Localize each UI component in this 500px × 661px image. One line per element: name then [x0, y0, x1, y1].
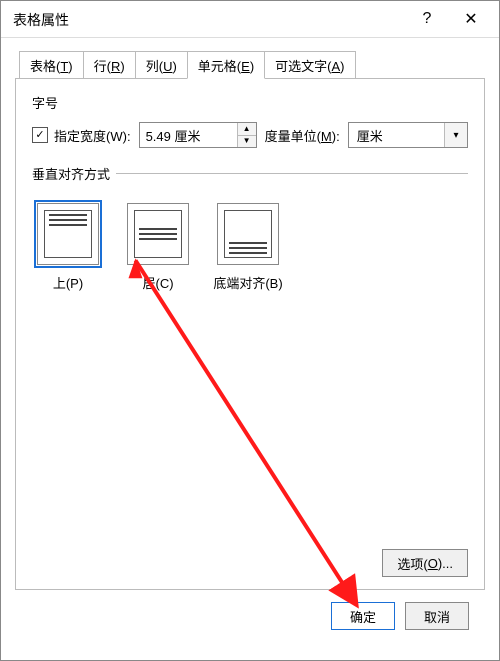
spinner-down-button[interactable]: ▼ [238, 136, 256, 148]
preferred-width-label: 指定宽度(W): [54, 126, 131, 145]
preferred-width-row: ✓ 指定宽度(W): 5.49 厘米 ▲ ▼ 度量单位(M): 厘 [32, 122, 468, 148]
help-button[interactable]: ? [405, 4, 449, 34]
ok-button[interactable]: 确定 [331, 602, 395, 630]
valign-top-icon [37, 203, 99, 265]
valign-bottom-icon [217, 203, 279, 265]
preferred-width-checkbox[interactable]: ✓ 指定宽度(W): [32, 126, 131, 145]
valign-top-label: 上(P) [53, 273, 83, 292]
vertical-align-legend: 垂直对齐方式 [32, 164, 116, 183]
tab-cell[interactable]: 单元格(E) [187, 51, 265, 79]
valign-bottom-label: 底端对齐(B) [213, 273, 282, 292]
dialog-content: 表格(T) 行(R) 列(U) 单元格(E) 可选文字(A) 字号 ✓ 指 [1, 38, 499, 660]
check-icon: ✓ [32, 127, 48, 143]
tab-body-cell: 字号 ✓ 指定宽度(W): 5.49 厘米 ▲ ▼ 度量单位(M): [15, 78, 485, 590]
measure-unit-value: 厘米 [349, 123, 444, 147]
options-row: 选项(O)... [382, 549, 468, 577]
dialog-title: 表格属性 [13, 8, 405, 30]
chevron-down-icon: ▾ [444, 123, 467, 147]
valign-center-label: 居(C) [142, 273, 173, 292]
help-icon: ? [423, 10, 432, 28]
tab-row[interactable]: 行(R) [83, 51, 136, 79]
cancel-button[interactable]: 取消 [405, 602, 469, 630]
preferred-width-value[interactable]: 5.49 厘米 [140, 123, 237, 147]
vertical-align-group: 垂直对齐方式 上(P) [32, 164, 468, 292]
valign-center-icon [127, 203, 189, 265]
close-icon: ✕ [464, 9, 477, 29]
vertical-align-options: 上(P) 居(C) [32, 203, 468, 292]
size-heading: 字号 [32, 93, 468, 112]
spinner-up-button[interactable]: ▲ [238, 123, 256, 136]
tab-alt-text[interactable]: 可选文字(A) [264, 51, 355, 79]
spinner-buttons: ▲ ▼ [237, 123, 256, 147]
tab-table[interactable]: 表格(T) [19, 51, 84, 79]
table-properties-dialog: 表格属性 ? ✕ 表格(T) 行(R) 列(U) 单元格(E) 可选文字(A) … [0, 0, 500, 661]
options-button[interactable]: 选项(O)... [382, 549, 468, 577]
valign-top-option[interactable]: 上(P) [32, 203, 104, 292]
preferred-width-spinner[interactable]: 5.49 厘米 ▲ ▼ [139, 122, 257, 148]
valign-bottom-option[interactable]: 底端对齐(B) [212, 203, 284, 292]
close-button[interactable]: ✕ [449, 4, 493, 34]
tab-column[interactable]: 列(U) [135, 51, 188, 79]
titlebar: 表格属性 ? ✕ [1, 1, 499, 38]
dialog-footer: 确定 取消 [15, 590, 485, 646]
measure-unit-select[interactable]: 厘米 ▾ [348, 122, 468, 148]
measure-unit-label: 度量单位(M): [265, 126, 340, 145]
tab-strip: 表格(T) 行(R) 列(U) 单元格(E) 可选文字(A) [15, 50, 485, 78]
valign-center-option[interactable]: 居(C) [122, 203, 194, 292]
